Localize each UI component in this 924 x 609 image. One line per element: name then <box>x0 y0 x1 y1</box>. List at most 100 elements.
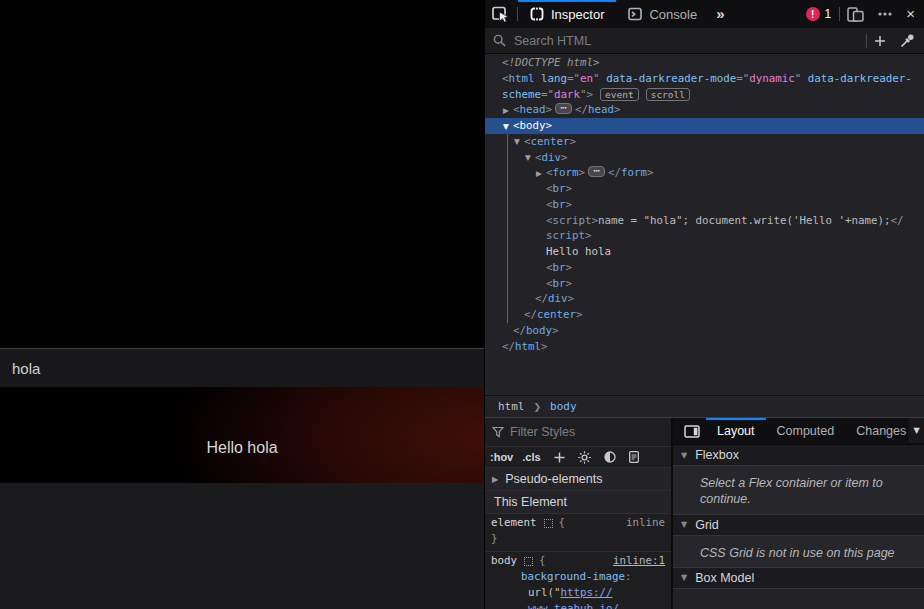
rule-location-link[interactable]: inline:1 <box>613 553 665 569</box>
markup-line[interactable]: </body> <box>485 323 924 339</box>
markup-line[interactable]: ▶<form>⋯</form> <box>485 165 924 181</box>
code-token: </ <box>502 340 515 353</box>
tab-layout[interactable]: Layout <box>706 418 766 444</box>
pick-element-button[interactable] <box>485 0 517 28</box>
markup-line[interactable]: Hello hola <box>485 244 924 260</box>
search-input[interactable]: Search HTML <box>514 34 866 48</box>
markup-view: <!DOCTYPE html><html lang="en" data-dark… <box>485 54 924 395</box>
section-header-grid[interactable]: ▼Grid <box>673 515 924 536</box>
dom-event-badge[interactable]: scroll <box>646 88 690 101</box>
code-token: > <box>614 103 621 116</box>
breadcrumb-item-body[interactable]: body <box>550 400 577 413</box>
rule-location[interactable]: inline <box>626 515 665 531</box>
property-name[interactable]: background-image <box>521 569 625 585</box>
layout-panel: LayoutComputedChanges ▼ ▼FlexboxSelect a… <box>673 418 924 609</box>
tab-inspector[interactable]: Inspector <box>518 0 616 28</box>
markup-line[interactable]: <br> <box>485 197 924 213</box>
pick-element-icon <box>492 6 510 22</box>
tab-dropdown-button[interactable]: ▼ <box>909 418 924 443</box>
error-count: 1 <box>825 7 832 21</box>
section-header-flexbox[interactable]: ▼Flexbox <box>673 445 924 466</box>
class-toggle[interactable]: .cls <box>522 451 540 463</box>
responsive-design-button[interactable] <box>840 0 871 28</box>
rule-selector[interactable]: element <box>491 515 537 531</box>
code-token: </ <box>608 166 621 179</box>
expand-arrow-icon[interactable]: ▶ <box>503 103 513 119</box>
collapse-arrow-icon[interactable]: ▼ <box>514 134 524 150</box>
close-devtools-button[interactable]: × <box>899 0 924 28</box>
open-brace: { <box>559 515 566 531</box>
rules-toolbar: :hov .cls <box>485 447 671 468</box>
markup-line[interactable]: <script>name = "hola"; document.write('H… <box>485 213 924 229</box>
expand-arrow-icon[interactable]: ▶ <box>536 166 546 182</box>
markup-line[interactable]: <!DOCTYPE html> <box>485 55 924 71</box>
page-greeting-text: Hello hola <box>206 439 277 457</box>
code-token: </ <box>891 214 904 227</box>
markup-line[interactable]: ▶<head>⋯</head> <box>485 102 924 118</box>
code-token: =" <box>541 88 554 101</box>
add-rule-icon[interactable] <box>554 452 565 463</box>
code-token: > <box>541 340 548 353</box>
markup-line[interactable]: ▼<center> <box>485 134 924 150</box>
code-token: script <box>546 229 585 242</box>
property-value-link[interactable]: https:// <box>561 585 613 601</box>
markup-line[interactable]: <br> <box>485 276 924 292</box>
collapse-arrow-icon: ▼ <box>681 573 687 582</box>
sidebar-panels: Filter Styles :hov .cls <box>485 417 924 609</box>
markup-line[interactable]: <html lang="en" data-darkreader-mode="dy… <box>485 71 924 87</box>
property-colon: : <box>625 569 632 585</box>
pseudo-class-toggle[interactable]: :hov <box>490 451 513 463</box>
print-media-icon[interactable] <box>604 451 616 463</box>
eyedropper-button[interactable] <box>893 28 924 53</box>
filter-styles-input[interactable]: Filter Styles <box>510 425 575 439</box>
markup-line[interactable]: </html> <box>485 339 924 355</box>
selector-highlighter-icon[interactable] <box>544 519 553 528</box>
tab-changes[interactable]: Changes <box>845 418 917 444</box>
layout-panel-fill <box>673 589 924 609</box>
tab-computed[interactable]: Computed <box>766 418 846 444</box>
toggle-pane-button[interactable] <box>678 418 706 444</box>
breadcrumb-item-html[interactable]: html <box>498 400 525 413</box>
markup-line[interactable]: script> <box>485 228 924 244</box>
section-message: Select a Flex container or item to conti… <box>673 466 924 515</box>
show-more-icon[interactable]: ⋯ <box>588 166 605 177</box>
pseudo-elements-header[interactable]: ▶ Pseudo-elements <box>485 468 671 491</box>
eyedropper-icon <box>900 34 914 48</box>
this-element-header: This Element <box>485 491 671 514</box>
error-count-button[interactable]: ! 1 <box>798 7 840 21</box>
menu-button[interactable] <box>871 0 899 28</box>
rule-selector[interactable]: body <box>491 553 517 569</box>
property-value-link[interactable]: www.teahub.io/ <box>528 601 619 609</box>
dom-event-badge[interactable]: event <box>600 88 639 101</box>
light-theme-icon[interactable] <box>578 451 591 464</box>
breadcrumbs: html ❯ body <box>485 395 924 417</box>
markup-line[interactable]: scheme="dark">eventscroll <box>485 87 924 103</box>
add-node-button[interactable] <box>867 28 893 53</box>
indent-guide <box>507 134 508 323</box>
section-header-box-model[interactable]: ▼ Box Model <box>673 568 924 589</box>
markup-line[interactable]: ▼<div> <box>485 150 924 166</box>
tab-console[interactable]: Console <box>616 0 709 28</box>
code-token: > <box>566 277 573 290</box>
more-tabs-button[interactable]: » <box>709 0 731 28</box>
code-token: dynamic <box>749 72 795 85</box>
sidebar-tab-list: LayoutComputedChanges <box>706 418 924 444</box>
code-token: form <box>621 166 647 179</box>
page-text-input[interactable]: hola <box>0 349 484 387</box>
markup-line[interactable]: </center> <box>485 307 924 323</box>
code-token: br <box>553 198 566 211</box>
collapse-arrow-icon[interactable]: ▼ <box>525 150 535 166</box>
section-title: Box Model <box>695 571 754 585</box>
code-token: lang <box>541 72 567 85</box>
markup-line[interactable]: <br> <box>485 181 924 197</box>
rule-element: element { inline } <box>485 514 671 552</box>
selector-highlighter-icon[interactable] <box>524 557 533 566</box>
collapse-arrow-icon[interactable]: ▼ <box>503 119 513 135</box>
show-more-icon[interactable]: ⋯ <box>555 103 572 114</box>
stylesheet-icon[interactable] <box>629 451 639 463</box>
breadcrumb-separator-icon: ❯ <box>534 402 542 412</box>
markup-line[interactable]: </div> <box>485 291 924 307</box>
markup-line[interactable]: ▼<body> <box>485 118 924 134</box>
markup-line[interactable]: <br> <box>485 260 924 276</box>
code-token: =" <box>736 72 749 85</box>
